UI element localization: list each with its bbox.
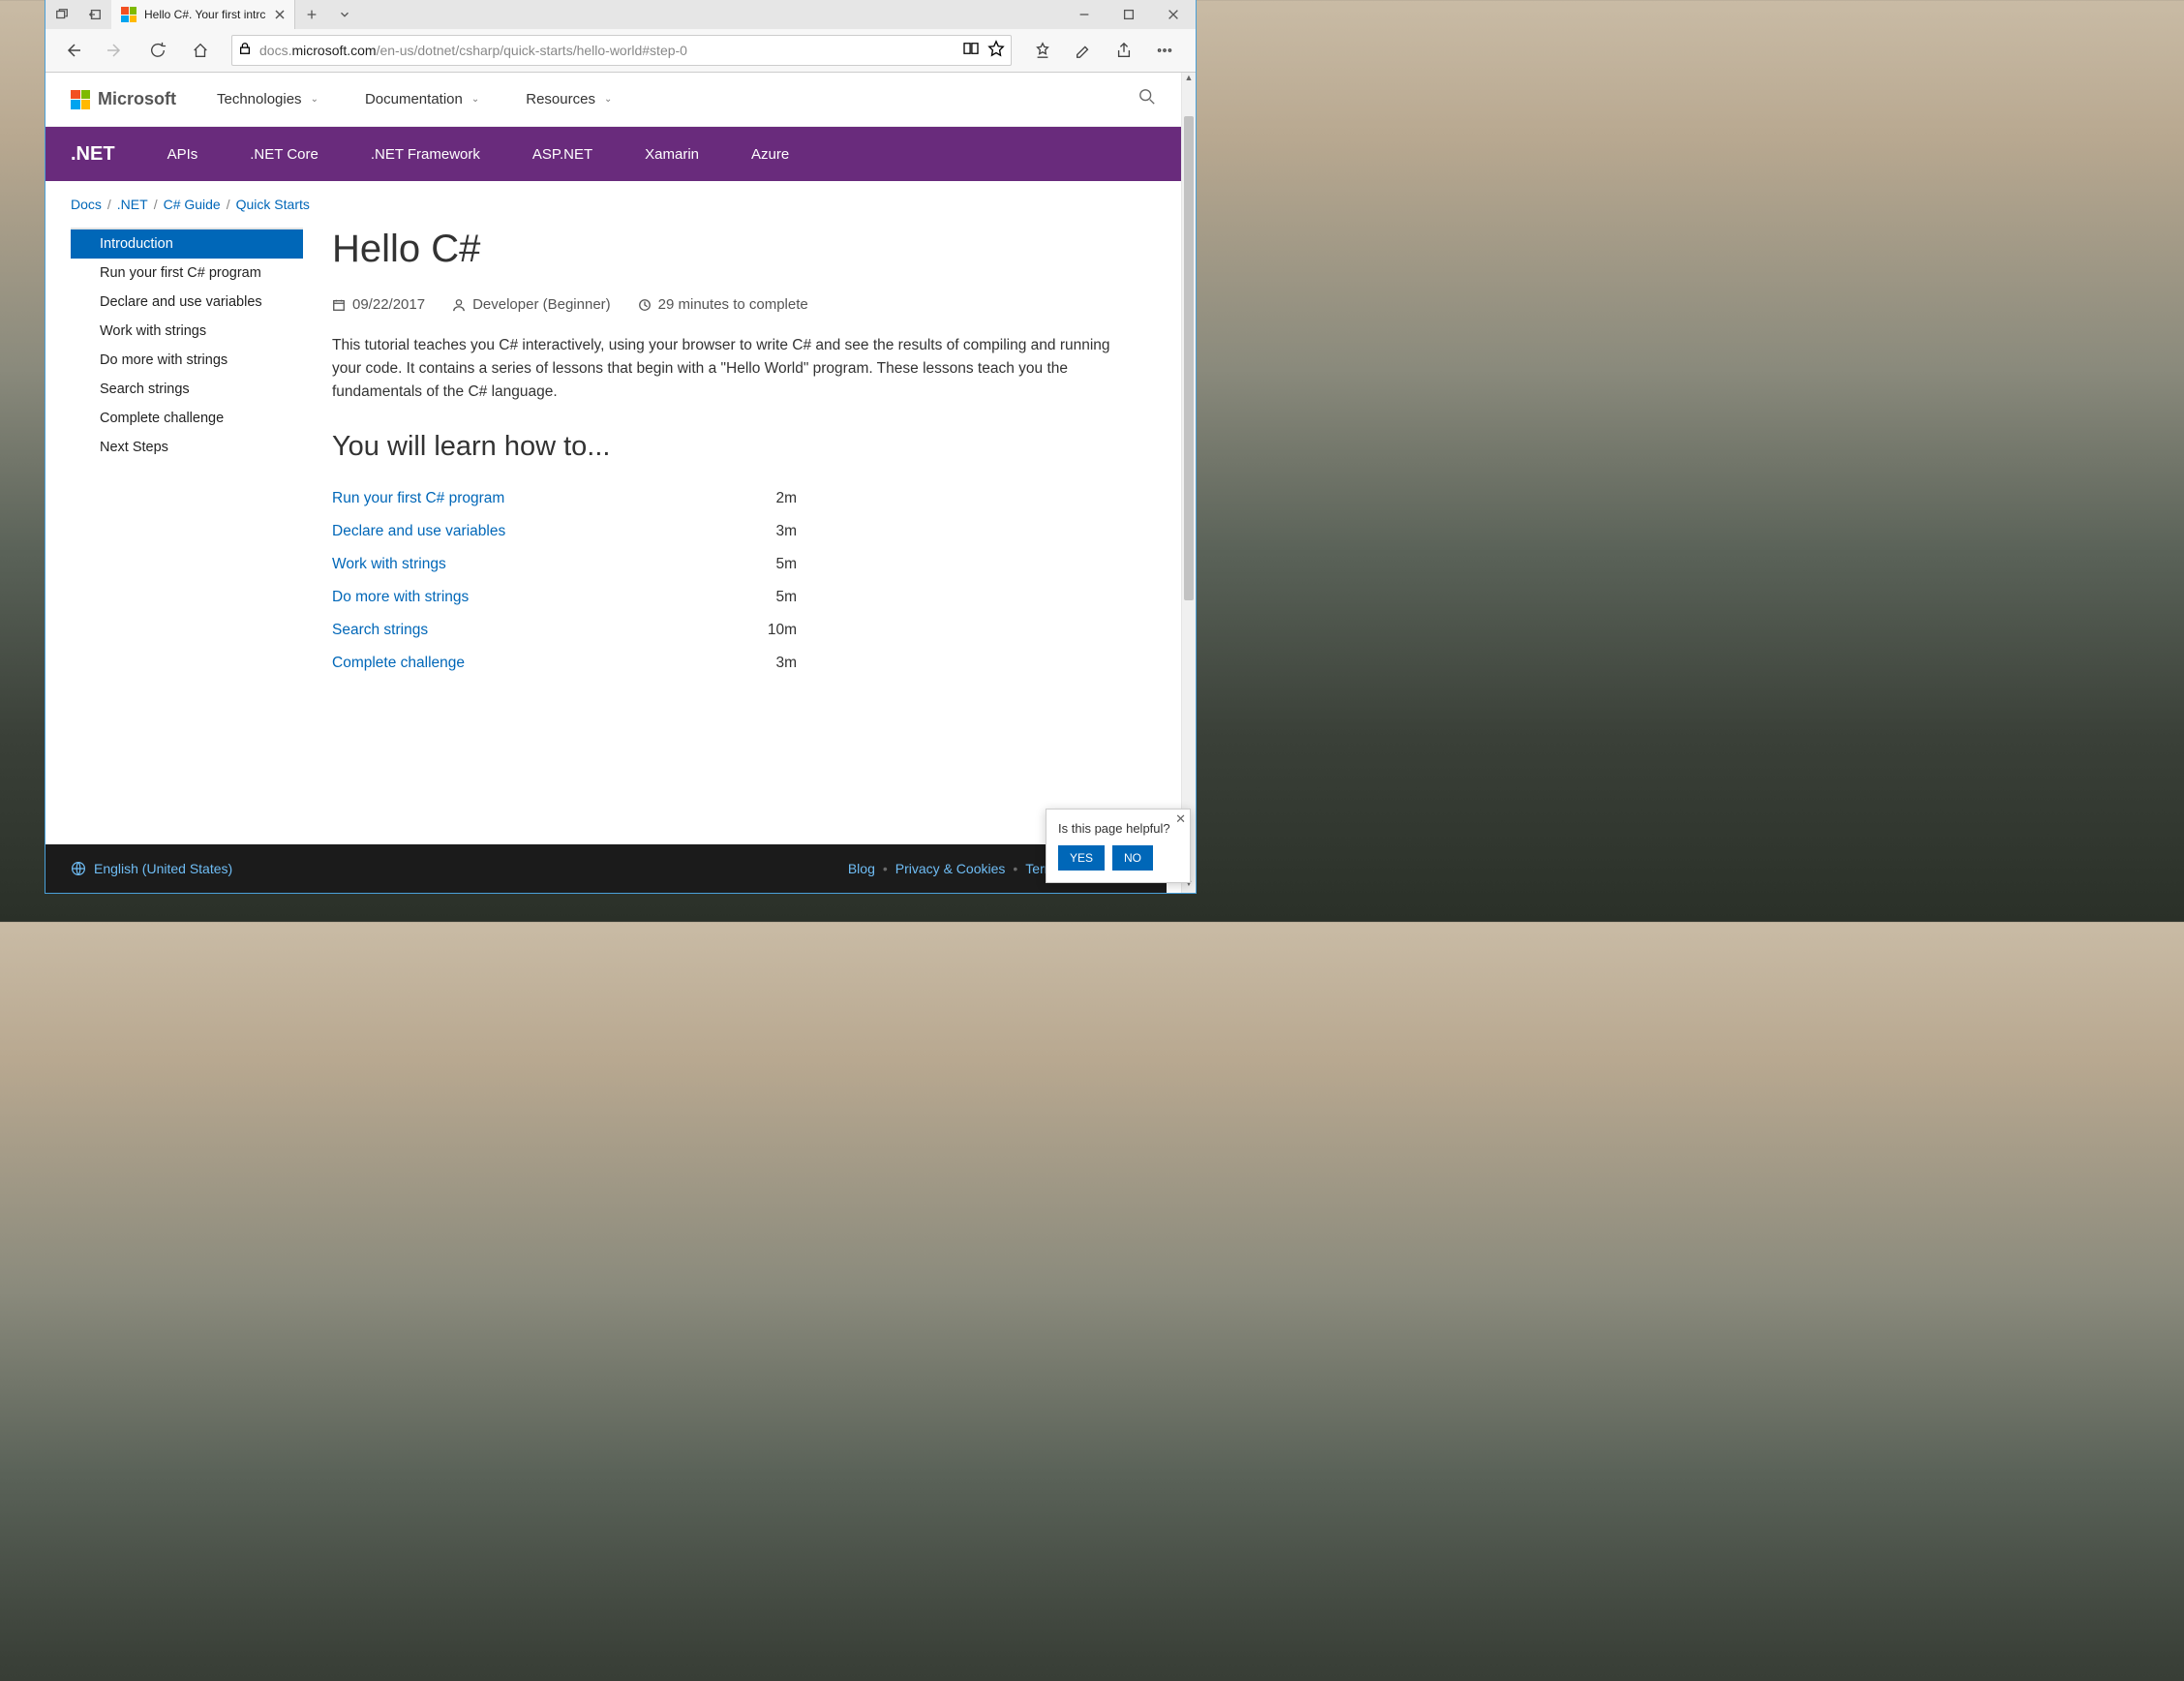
lesson-duration: 10m	[768, 622, 1126, 639]
sidenav-item[interactable]: Declare and use variables	[71, 288, 303, 317]
breadcrumb-item[interactable]: C# Guide	[164, 197, 221, 212]
search-icon[interactable]	[1138, 88, 1156, 110]
lesson-link[interactable]: Do more with strings	[332, 589, 469, 606]
sidenav-item[interactable]: Complete challenge	[71, 404, 303, 433]
lesson-row: Complete challenge 3m	[332, 647, 1126, 680]
minimize-button[interactable]	[1062, 0, 1107, 29]
titlebar: Hello C#. Your first intrc	[46, 0, 1196, 29]
microsoft-logo[interactable]: Microsoft	[71, 89, 176, 109]
forward-button[interactable]	[96, 31, 135, 70]
feedback-popup: ✕ Is this page helpful? YES NO	[1046, 809, 1191, 883]
lesson-duration: 2m	[775, 490, 1126, 507]
notes-button[interactable]	[1064, 31, 1103, 70]
toolbar: docs.microsoft.com/en-us/dotnet/csharp/q…	[46, 29, 1196, 73]
lesson-duration: 3m	[775, 655, 1126, 672]
footer-link[interactable]: Blog	[848, 861, 875, 876]
breadcrumb-item[interactable]: .NET	[117, 197, 148, 212]
back-button[interactable]	[53, 31, 92, 70]
sidenav-item[interactable]: Do more with strings	[71, 346, 303, 375]
refresh-button[interactable]	[138, 31, 177, 70]
product-nav-item[interactable]: .NET Core	[250, 146, 318, 163]
vertical-scrollbar[interactable]: ▲ ▼	[1181, 73, 1196, 893]
language-selector[interactable]: English (United States)	[71, 861, 232, 876]
lesson-row: Declare and use variables 3m	[332, 515, 1126, 548]
maximize-button[interactable]	[1107, 0, 1151, 29]
product-nav-item[interactable]: APIs	[167, 146, 198, 163]
browser-tab[interactable]: Hello C#. Your first intrc	[111, 0, 295, 29]
lesson-link[interactable]: Declare and use variables	[332, 523, 505, 540]
side-nav: IntroductionRun your first C# programDec…	[71, 228, 303, 680]
meta-date: 09/22/2017	[332, 296, 425, 313]
sidenav-item[interactable]: Introduction	[71, 229, 303, 259]
close-popup-button[interactable]: ✕	[1175, 811, 1186, 827]
favorites-list-button[interactable]	[1023, 31, 1062, 70]
breadcrumb-item[interactable]: Quick Starts	[236, 197, 310, 212]
product-brand[interactable]: .NET	[71, 143, 115, 166]
lesson-link[interactable]: Search strings	[332, 622, 428, 639]
tab-preview-button[interactable]	[46, 0, 78, 29]
feedback-no-button[interactable]: NO	[1112, 845, 1153, 871]
set-aside-tabs-button[interactable]	[78, 0, 111, 29]
lesson-row: Do more with strings 5m	[332, 581, 1126, 614]
address-bar[interactable]: docs.microsoft.com/en-us/dotnet/csharp/q…	[231, 35, 1012, 66]
product-nav: .NET APIs .NET Core .NET Framework ASP.NET X…	[46, 127, 1181, 181]
breadcrumb: Docs/.NET/C# Guide/Quick Starts	[46, 181, 1181, 228]
header-nav-item[interactable]: Technologies⌄	[217, 91, 318, 107]
lesson-row: Work with strings 5m	[332, 548, 1126, 581]
product-nav-item[interactable]: ASP.NET	[532, 146, 592, 163]
page-viewport: Microsoft Technologies⌄ Documentation⌄ Res…	[46, 73, 1196, 893]
header-nav-item[interactable]: Documentation⌄	[365, 91, 479, 107]
url-text: docs.microsoft.com/en-us/dotnet/csharp/q…	[259, 43, 955, 58]
lesson-link[interactable]: Run your first C# program	[332, 490, 504, 507]
intro-paragraph: This tutorial teaches you C# interactive…	[332, 334, 1126, 404]
close-window-button[interactable]	[1151, 0, 1196, 29]
feedback-question: Is this page helpful?	[1058, 821, 1178, 836]
new-tab-button[interactable]	[295, 0, 328, 29]
lesson-link[interactable]: Complete challenge	[332, 655, 465, 672]
sidenav-item[interactable]: Run your first C# program	[71, 259, 303, 288]
product-nav-item[interactable]: .NET Framework	[371, 146, 480, 163]
scroll-thumb[interactable]	[1184, 116, 1194, 600]
breadcrumb-item[interactable]: Docs	[71, 197, 102, 212]
lesson-row: Search strings 10m	[332, 614, 1126, 647]
reading-view-icon[interactable]	[962, 42, 980, 60]
scroll-up-icon[interactable]: ▲	[1182, 73, 1196, 87]
footer-link[interactable]: Privacy & Cookies	[895, 861, 1006, 876]
meta-duration: 29 minutes to complete	[638, 296, 808, 313]
browser-window: Hello C#. Your first intrc	[45, 0, 1197, 894]
meta-audience: Developer (Beginner)	[452, 296, 611, 313]
lesson-duration: 5m	[775, 556, 1126, 573]
tab-title: Hello C#. Your first intrc	[144, 8, 265, 21]
lesson-duration: 5m	[775, 589, 1126, 606]
favicon-icon	[121, 7, 136, 22]
favorite-icon[interactable]	[987, 40, 1005, 62]
product-nav-item[interactable]: Xamarin	[645, 146, 699, 163]
article: Hello C# 09/22/2017 Developer (Beginner)…	[332, 228, 1126, 680]
page-title: Hello C#	[332, 228, 1126, 271]
header-nav-item[interactable]: Resources⌄	[526, 91, 612, 107]
sidenav-item[interactable]: Next Steps	[71, 433, 303, 462]
share-button[interactable]	[1105, 31, 1143, 70]
lesson-row: Run your first C# program 2m	[332, 482, 1126, 515]
product-nav-item[interactable]: Azure	[751, 146, 789, 163]
close-tab-button[interactable]	[273, 8, 287, 21]
lesson-duration: 3m	[775, 523, 1126, 540]
page-footer: English (United States) Blog•Privacy & C…	[46, 844, 1167, 893]
microsoft-wordmark: Microsoft	[98, 89, 176, 109]
feedback-yes-button[interactable]: YES	[1058, 845, 1105, 871]
lock-icon	[238, 42, 252, 60]
lesson-link[interactable]: Work with strings	[332, 556, 446, 573]
more-button[interactable]	[1145, 31, 1184, 70]
tab-chevron-button[interactable]	[328, 0, 361, 29]
sidenav-item[interactable]: Search strings	[71, 375, 303, 404]
learn-heading: You will learn how to...	[332, 431, 1126, 463]
home-button[interactable]	[181, 31, 220, 70]
site-header: Microsoft Technologies⌄ Documentation⌄ Res…	[46, 73, 1181, 127]
sidenav-item[interactable]: Work with strings	[71, 317, 303, 346]
